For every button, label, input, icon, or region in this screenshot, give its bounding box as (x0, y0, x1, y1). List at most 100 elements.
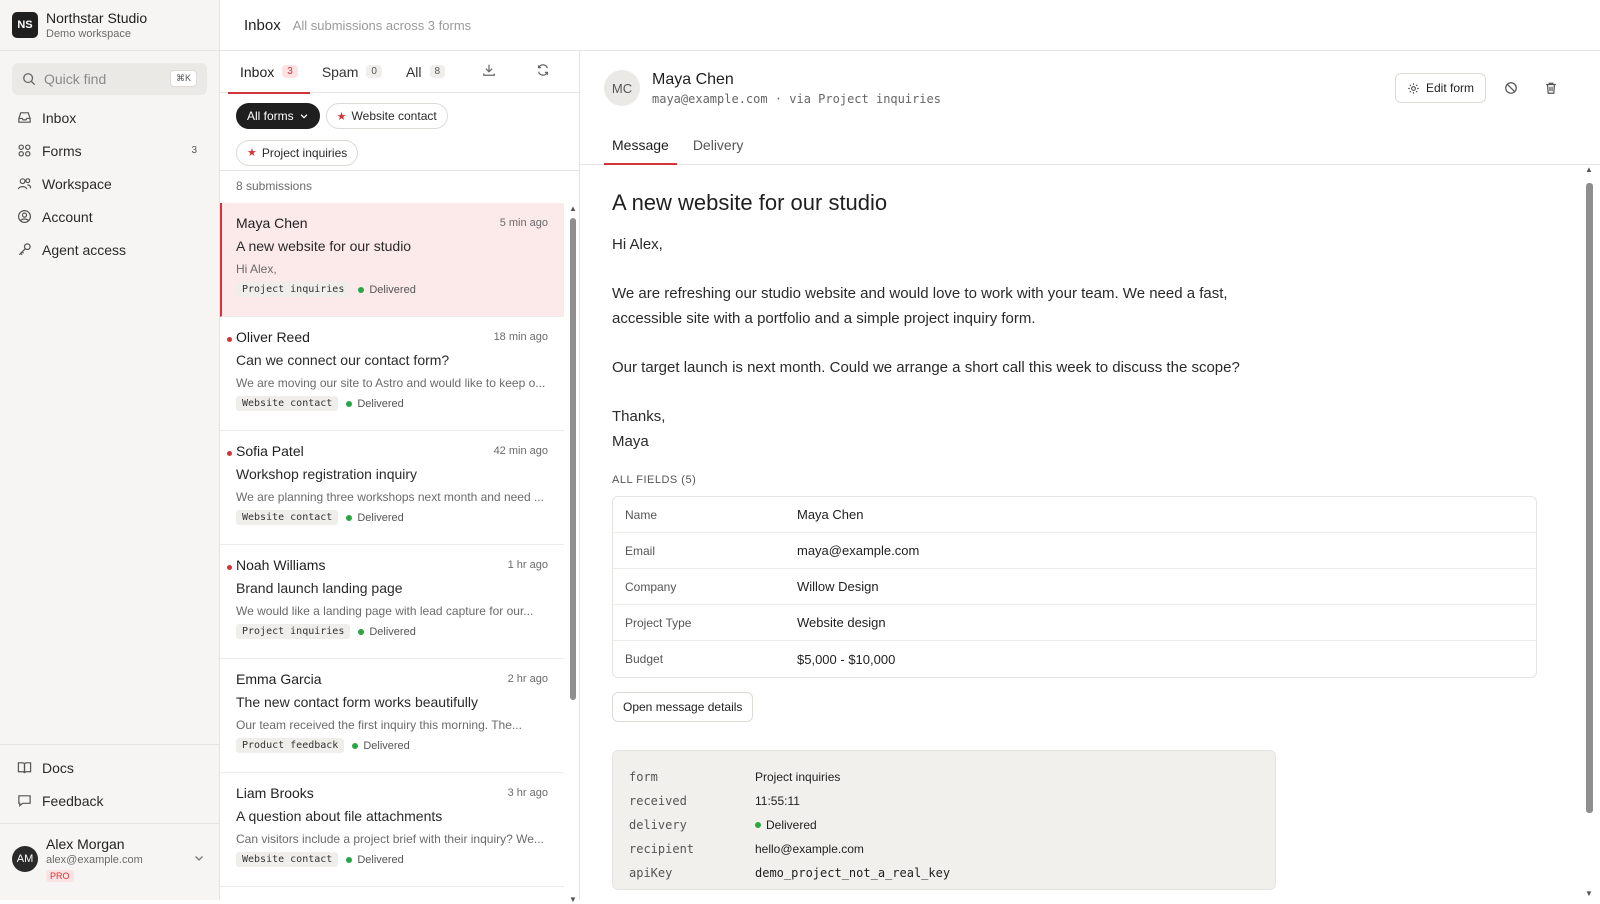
forms-count: 3 (191, 145, 197, 156)
trash-icon (1544, 81, 1558, 95)
sidebar-item-label: Inbox (42, 109, 77, 126)
sidebar-item-workspace[interactable]: Workspace (0, 167, 219, 200)
chat-icon (16, 793, 32, 809)
form-tag: Product feedback (236, 738, 345, 753)
sidebar-item-agent-access[interactable]: Agent access (0, 233, 219, 266)
scroll-up-icon[interactable]: ▲ (1585, 165, 1593, 174)
tab-all[interactable]: All 8 (394, 51, 457, 93)
submission-subject: A new website for our studio (236, 238, 412, 254)
sidebar: NS Northstar Studio Demo workspace Quick… (0, 0, 220, 900)
star-icon: ★ (247, 147, 257, 159)
field-row: Project Type Website design (613, 605, 1536, 641)
scroll-down-icon[interactable]: ▼ (1585, 889, 1593, 898)
tab-spam[interactable]: Spam 0 (310, 51, 394, 93)
form-tag: Project inquiries (236, 282, 351, 297)
quick-find-input[interactable]: Quick find ⌘K (12, 63, 207, 95)
sidebar-item-label: Docs (42, 759, 74, 776)
filter-all-forms[interactable]: All forms (236, 103, 320, 129)
field-key: Project Type (625, 615, 692, 630)
fields-table: Name Maya Chen Email maya@example.com Compan… (612, 496, 1537, 678)
message-paragraph: Our target launch is next month. Could w… (612, 359, 1240, 376)
scrollbar-thumb[interactable] (570, 218, 576, 700)
sidebar-footer: Docs Feedback AM Alex Morgan alex@exampl… (0, 744, 219, 900)
chevron-down-icon (299, 111, 309, 121)
sender-name: Sofia Patel (236, 443, 304, 459)
button-label: Edit form (1425, 81, 1474, 95)
field-key: Company (625, 579, 677, 594)
status-dot (346, 400, 353, 407)
submission-list-pane: Inbox 3 Spam 0 All 8 All forms ★ Website… (220, 51, 580, 904)
submission-subject: A question about file attachments (236, 808, 443, 824)
status-dot (346, 514, 353, 521)
sidebar-item-account[interactable]: Account (0, 200, 219, 233)
refresh-icon[interactable] (536, 63, 550, 80)
meta-row: apiKey demo_project_not_a_real_key (629, 861, 1259, 885)
tab-label: Inbox (240, 63, 275, 80)
user-menu[interactable]: AM Alex Morgan alex@example.com PRO (0, 824, 219, 900)
tab-message[interactable]: Message (604, 125, 677, 165)
users-icon (16, 176, 32, 192)
delivery-status: Delivered (369, 283, 416, 296)
form-tag: Website contact (236, 852, 339, 867)
meta-row: delivery Delivered (629, 813, 1259, 837)
sender-name: Maya Chen (652, 70, 734, 88)
meta-key: delivery (629, 818, 687, 832)
submission-item[interactable]: Oliver Reed 18 min ago Can we connect our … (220, 317, 564, 431)
message-greeting: Hi Alex, (612, 236, 663, 253)
submission-subject: Workshop registration inquiry (236, 466, 418, 482)
filter-project-inquiries[interactable]: ★ Project inquiries (236, 139, 359, 166)
detail-scrollbar[interactable]: ▲ ▼ (1584, 165, 1594, 898)
chevron-down-icon (193, 852, 205, 867)
submission-preview: Our team received the first inquiry this… (236, 718, 522, 732)
scrollbar-thumb[interactable] (1586, 183, 1593, 813)
fields-heading: ALL FIELDS (5) (612, 474, 697, 486)
list-scrollbar[interactable]: ▲ ▼ (569, 204, 577, 904)
submission-item[interactable]: Maya Chen 5 min ago A new website for our … (220, 203, 564, 317)
tab-delivery[interactable]: Delivery (685, 125, 752, 164)
submission-item[interactable]: Noah Williams 1 hr ago Brand launch landin… (220, 545, 564, 659)
message-text: Hi Alex, We are refreshing our studio we… (612, 232, 1252, 454)
tab-count: 3 (282, 65, 298, 78)
filter-website-contact[interactable]: ★ Website contact (325, 103, 448, 129)
meta-value: 11:55:11 (755, 794, 800, 808)
field-row: Budget $5,000 - $10,000 (613, 641, 1536, 677)
tab-inbox[interactable]: Inbox 3 (228, 51, 310, 94)
meta-value: hello@example.com (755, 842, 864, 856)
open-message-details-button[interactable]: Open message details (612, 692, 754, 722)
sender-meta: maya@example.com · via Project inquiries (652, 91, 941, 106)
filter-label: Project inquiries (261, 145, 348, 160)
submission-preview: Can visitors include a project brief wit… (236, 832, 544, 846)
delete-button[interactable] (1536, 73, 1566, 103)
submission-item[interactable]: Emma Garcia 2 hr ago The new contact form … (220, 659, 564, 773)
form-tag: Website contact (236, 396, 339, 411)
avatar: AM (12, 846, 38, 872)
mark-spam-button[interactable] (1496, 73, 1526, 103)
filter-label: All forms (247, 109, 294, 123)
sender-avatar: MC (604, 70, 640, 106)
sender-name: Maya Chen (236, 215, 308, 231)
field-row: Company Willow Design (613, 569, 1536, 605)
submission-detail: MC Maya Chen maya@example.com · via Proj… (580, 51, 1600, 900)
field-key: Email (625, 543, 656, 558)
submission-item[interactable]: Liam Brooks 3 hr ago A question about file… (220, 773, 564, 887)
submission-item[interactable]: Sofia Patel 42 min ago Workshop registrati… (220, 431, 564, 545)
scroll-up-icon[interactable]: ▲ (569, 204, 577, 213)
sidebar-item-inbox[interactable]: Inbox (0, 101, 219, 134)
detail-actions: Edit form (1394, 73, 1566, 103)
sidebar-item-label: Feedback (42, 792, 104, 809)
status-dot (358, 286, 365, 293)
book-icon (16, 760, 32, 776)
submission-list: Maya Chen 5 min ago A new website for our … (220, 203, 564, 900)
signoff-text: Thanks, (612, 408, 666, 425)
edit-form-button[interactable]: Edit form (1394, 73, 1486, 103)
sidebar-item-docs[interactable]: Docs (0, 751, 219, 784)
submission-subject: Can we connect our contact form? (236, 352, 450, 368)
sidebar-item-feedback[interactable]: Feedback (0, 784, 219, 817)
workspace-switcher[interactable]: NS Northstar Studio Demo workspace (0, 0, 219, 51)
sidebar-item-forms[interactable]: Forms 3 (0, 134, 219, 167)
account-icon (16, 209, 32, 225)
download-icon[interactable] (482, 63, 496, 80)
signature-text: Maya (612, 433, 649, 450)
meta-key: form (629, 770, 658, 784)
message-subject: A new website for our studio (612, 190, 888, 215)
